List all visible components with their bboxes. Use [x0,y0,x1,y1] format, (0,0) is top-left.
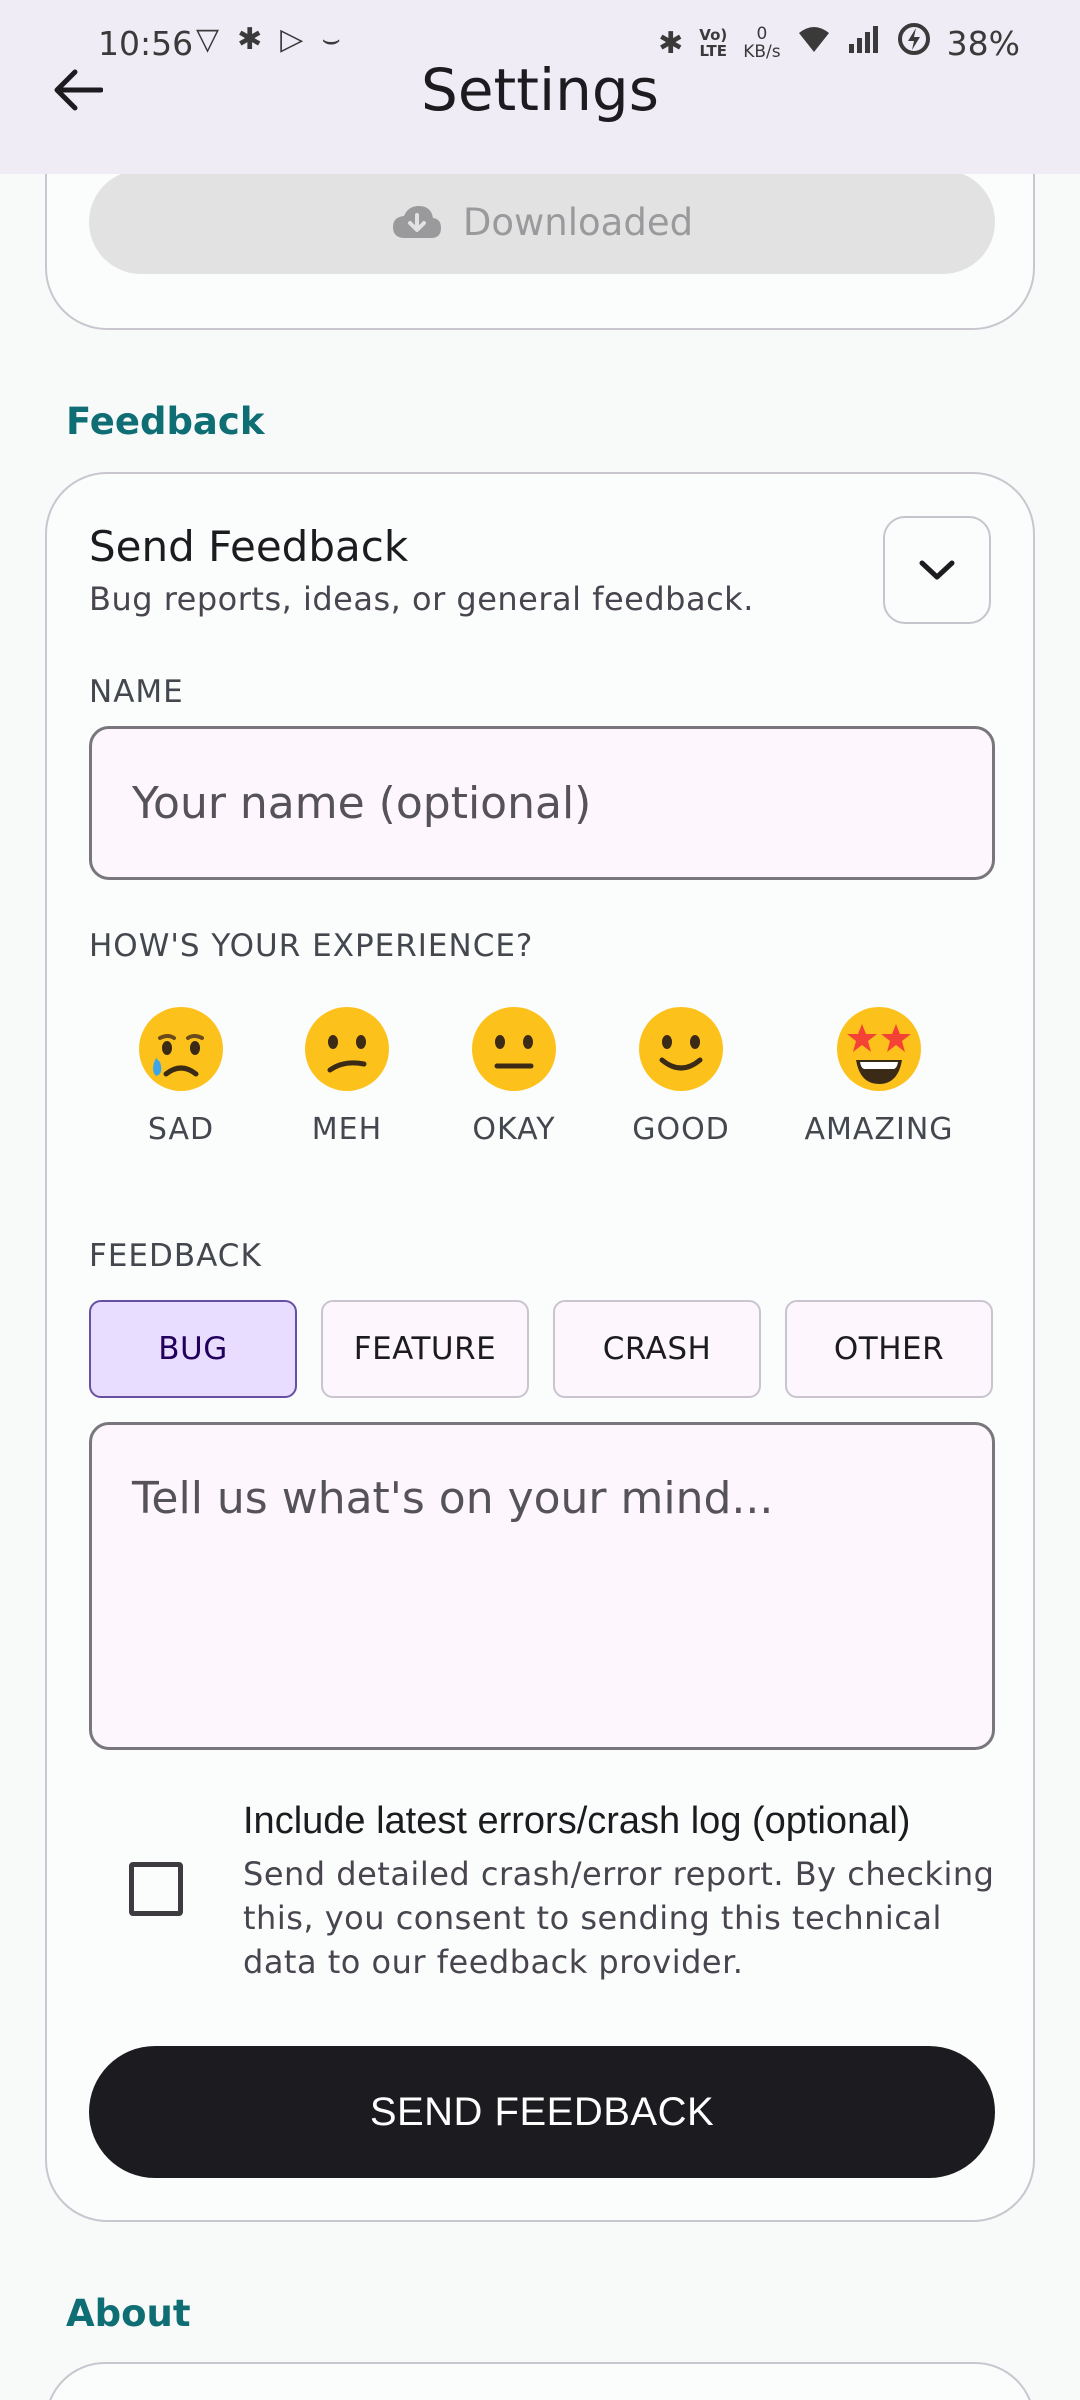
name-placeholder: Your name (optional) [132,777,592,829]
section-title-feedback: Feedback [66,400,265,443]
experience-rating-row: SAD MEH OKAY GOOD AMAZING [89,1004,995,1164]
chevron-down-icon [919,560,955,580]
about-card [45,2362,1035,2400]
confused-face-icon [305,1007,389,1091]
feedback-card: Send Feedback Bug reports, ideas, or gen… [45,472,1035,2222]
downloaded-button[interactable]: Downloaded [89,170,995,274]
section-title-about: About [66,2292,191,2335]
chip-feature[interactable]: FEATURE [321,1300,529,1398]
rating-option-amazing[interactable]: AMAZING [779,1004,979,1147]
send-feedback-button[interactable]: SEND FEEDBACK [89,2046,995,2178]
feedback-message-placeholder: Tell us what's on your mind... [132,1473,774,1524]
smile-face-icon [639,1007,723,1091]
include-log-description: Send detailed crash/error report. By che… [243,1855,995,1981]
include-log-title: Include latest errors/crash log (optiona… [243,1800,911,1842]
experience-label: HOW'S YOUR EXPERIENCE? [89,928,534,964]
top-app-bar: 10:56 ▽ ✱ ▷ ⌣ ✱ Vo) LTE 0 KB/s 38% Setti… [0,0,1080,174]
status-notification-icons: ▽ ✱ ▷ ⌣ [196,22,341,57]
play-store-icon: ▷ [280,22,304,57]
rating-option-good[interactable]: GOOD [591,1004,771,1147]
rating-option-okay[interactable]: OKAY [424,1004,604,1147]
feedback-type-chips: BUG FEATURE CRASH OTHER [89,1300,999,1398]
brave-icon: ▽ [196,22,220,57]
feedback-type-label: FEEDBACK [89,1238,262,1274]
chip-crash[interactable]: CRASH [553,1300,761,1398]
sad-face-icon [139,1007,223,1091]
cloud-download-icon [392,206,441,238]
name-input[interactable]: Your name (optional) [89,726,995,880]
rating-option-meh[interactable]: MEH [257,1004,437,1147]
star-struck-face-icon [837,1007,921,1091]
feedback-card-subtitle: Bug reports, ideas, or general feedback. [89,580,754,618]
volte-indicator: Vo) LTE [699,26,728,60]
page-title: Settings [421,56,659,124]
feedback-card-title: Send Feedback [89,522,409,571]
neutral-face-icon [472,1007,556,1091]
rating-option-sad[interactable]: SAD [91,1004,271,1147]
chip-other[interactable]: OTHER [785,1300,993,1398]
bluetooth-off-icon: ✱ [237,22,263,57]
chip-bug[interactable]: BUG [89,1300,297,1398]
collapse-toggle-button[interactable] [883,516,991,624]
include-log-checkbox[interactable] [129,1862,183,1916]
amazon-icon: ⌣ [321,22,342,57]
feedback-message-input[interactable]: Tell us what's on your mind... [89,1422,995,1750]
downloaded-label: Downloaded [462,200,694,244]
name-label: NAME [89,674,184,710]
